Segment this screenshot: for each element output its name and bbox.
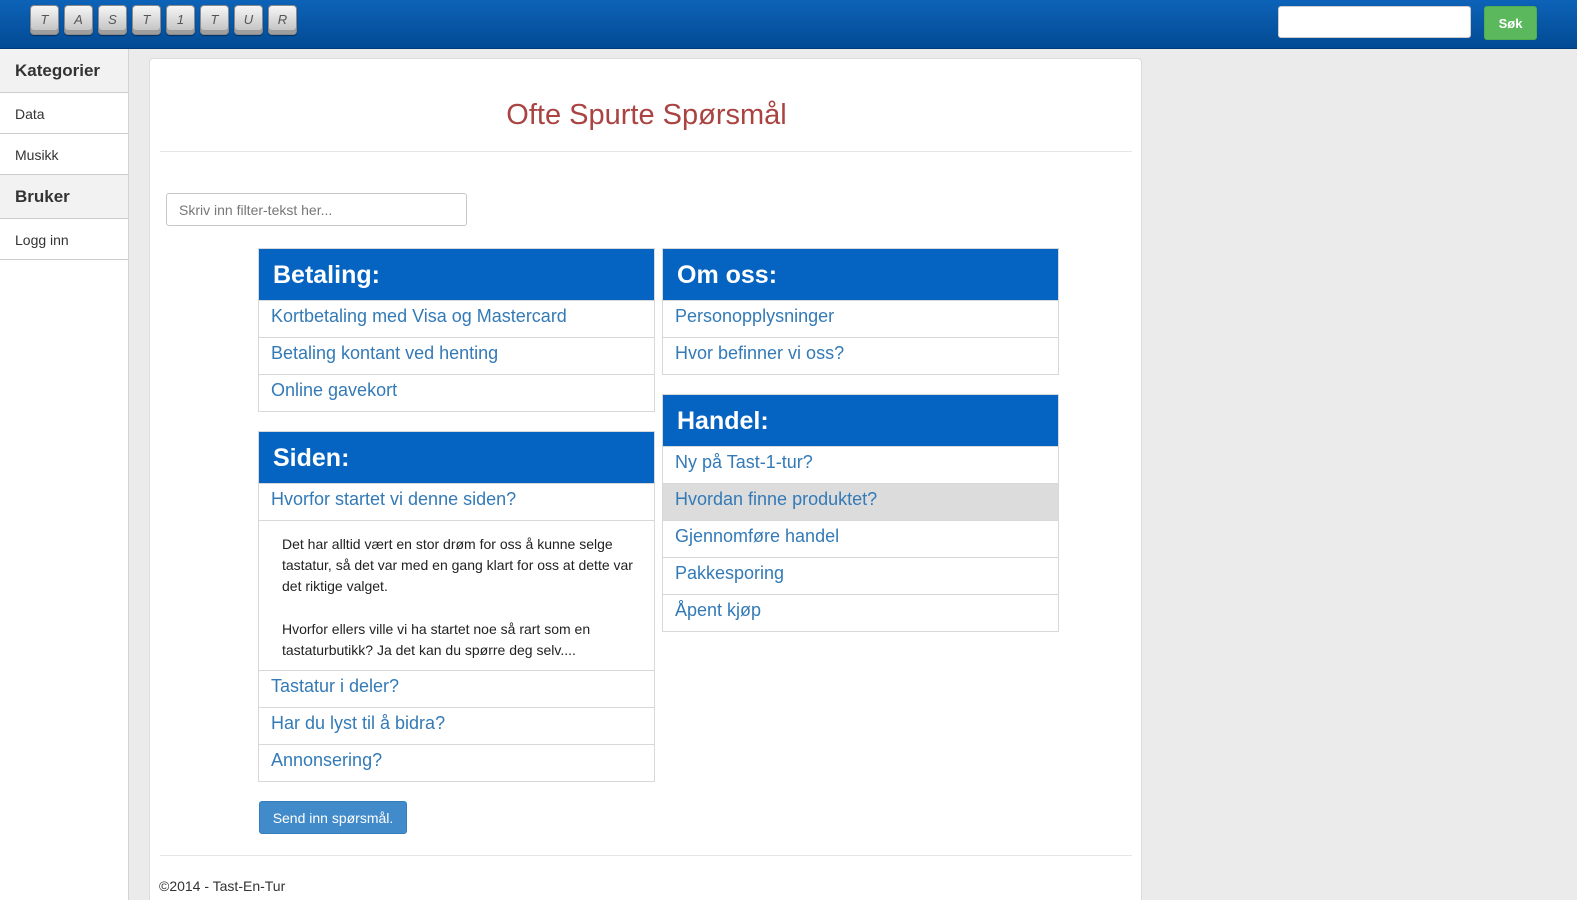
logo-key: U bbox=[234, 5, 263, 35]
faq-answer-paragraph: Hvorfor ellers ville vi ha startet noe s… bbox=[282, 621, 591, 658]
send-question-button[interactable]: Send inn spørsmål. bbox=[259, 801, 407, 834]
faq-question[interactable]: Hvor befinner vi oss? bbox=[663, 337, 1058, 374]
logo-key: T bbox=[30, 5, 59, 35]
faq-question[interactable]: Hvorfor startet vi denne siden? bbox=[259, 483, 654, 520]
sidebar-item-musikk[interactable]: Musikk bbox=[0, 134, 128, 175]
site-logo[interactable]: T A S T 1 T U R bbox=[30, 5, 297, 35]
sidebar: Kategorier Data Musikk Bruker Logg inn bbox=[0, 49, 129, 900]
search-input[interactable] bbox=[1278, 6, 1471, 38]
faq-section-siden: Siden: Hvorfor startet vi denne siden? D… bbox=[258, 431, 655, 782]
faq-question[interactable]: Betaling kontant ved henting bbox=[259, 337, 654, 374]
logo-key: T bbox=[200, 5, 229, 35]
sidebar-item-data[interactable]: Data bbox=[0, 93, 128, 134]
faq-heading: Om oss: bbox=[663, 249, 1058, 300]
faq-question[interactable]: Kortbetaling med Visa og Mastercard bbox=[259, 300, 654, 337]
sidebar-heading-bruker: Bruker bbox=[0, 175, 128, 219]
sidebar-heading-kategorier: Kategorier bbox=[0, 49, 128, 93]
main-panel: Ofte Spurte Spørsmål Betaling: Kortbetal… bbox=[149, 58, 1142, 900]
faq-heading: Betaling: bbox=[259, 249, 654, 300]
faq-question[interactable]: Ny på Tast-1-tur? bbox=[663, 446, 1058, 483]
faq-question[interactable]: Tastatur i deler? bbox=[259, 670, 654, 707]
faq-answer-paragraph: Det har alltid vært en stor drøm for oss… bbox=[282, 536, 633, 594]
logo-key: 1 bbox=[166, 5, 195, 35]
faq-question[interactable]: Gjennomføre handel bbox=[663, 520, 1058, 557]
logo-key: T bbox=[132, 5, 161, 35]
divider bbox=[160, 151, 1132, 152]
faq-section-om-oss: Om oss: Personopplysninger Hvor befinner… bbox=[662, 248, 1059, 375]
faq-question[interactable]: Hvordan finne produktet? bbox=[663, 483, 1058, 520]
logo-key: R bbox=[268, 5, 297, 35]
faq-question[interactable]: Pakkesporing bbox=[663, 557, 1058, 594]
footer-copyright: ©2014 - Tast-En-Tur bbox=[159, 878, 286, 894]
faq-section-betaling: Betaling: Kortbetaling med Visa og Maste… bbox=[258, 248, 655, 412]
faq-question[interactable]: Annonsering? bbox=[259, 744, 654, 781]
faq-question[interactable]: Har du lyst til å bidra? bbox=[259, 707, 654, 744]
faq-section-handel: Handel: Ny på Tast-1-tur? Hvordan finne … bbox=[662, 394, 1059, 632]
filter-input[interactable] bbox=[166, 193, 467, 226]
divider bbox=[160, 855, 1132, 856]
page-title: Ofte Spurte Spørsmål bbox=[506, 99, 787, 131]
search-button[interactable]: Søk bbox=[1484, 6, 1537, 40]
faq-question[interactable]: Personopplysninger bbox=[663, 300, 1058, 337]
faq-answer: Det har alltid vært en stor drøm for oss… bbox=[259, 520, 654, 670]
faq-heading: Siden: bbox=[259, 432, 654, 483]
logo-key: S bbox=[98, 5, 127, 35]
faq-heading: Handel: bbox=[663, 395, 1058, 446]
top-navbar: T A S T 1 T U R Søk bbox=[0, 0, 1577, 49]
faq-question[interactable]: Åpent kjøp bbox=[663, 594, 1058, 631]
faq-question[interactable]: Online gavekort bbox=[259, 374, 654, 411]
sidebar-item-logg-inn[interactable]: Logg inn bbox=[0, 219, 128, 260]
logo-key: A bbox=[64, 5, 93, 35]
